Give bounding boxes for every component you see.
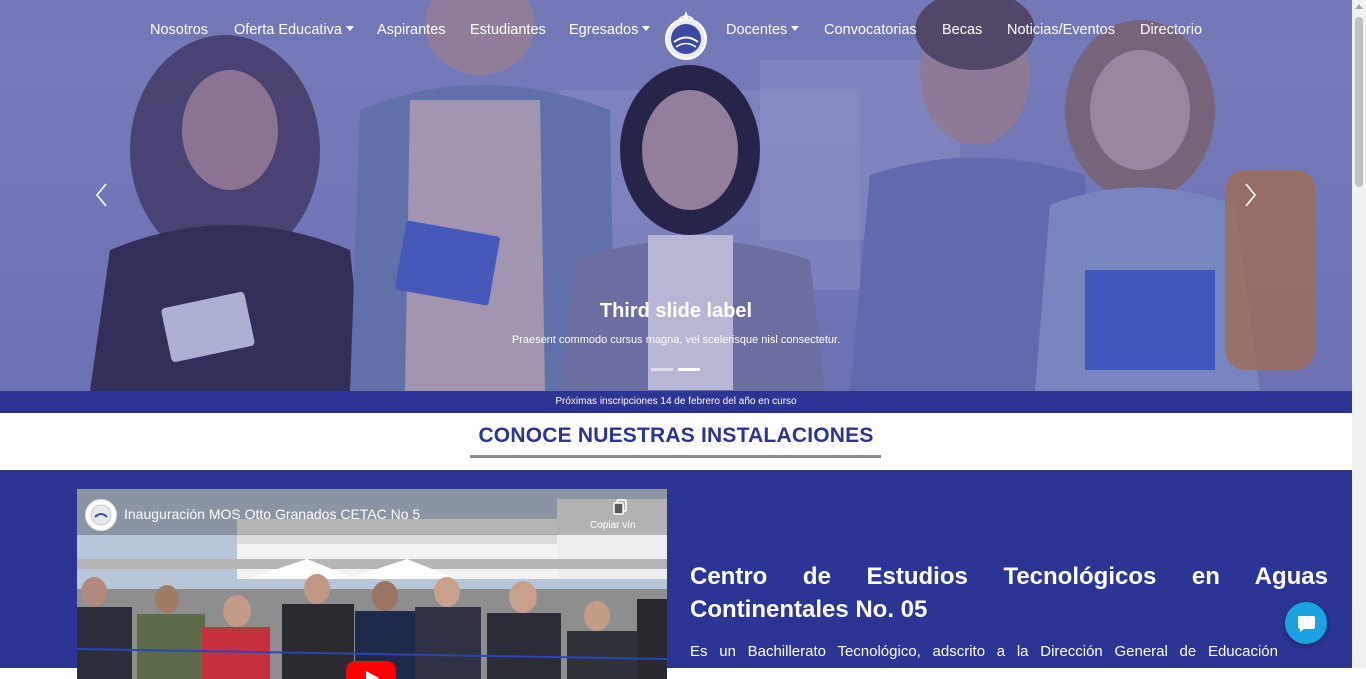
- nav-item-aspirantes[interactable]: Aspirantes: [377, 22, 446, 38]
- chat-bubble-icon: [1298, 616, 1315, 632]
- scroll-up-arrow-icon[interactable]: [1355, 4, 1363, 9]
- nav-item-becas[interactable]: Becas: [942, 22, 982, 38]
- nav-label: Docentes: [726, 22, 788, 38]
- nav-item-nosotros[interactable]: Nosotros: [150, 22, 208, 38]
- video-title[interactable]: Inauguración MOS Otto Granados CETAC No …: [124, 506, 420, 522]
- copy-icon[interactable]: [612, 499, 628, 515]
- nav-item-oferta-educativa[interactable]: Oferta Educativa: [234, 22, 354, 38]
- section-title-underline: [470, 455, 881, 458]
- carousel-indicator-1[interactable]: [651, 368, 673, 371]
- chat-button[interactable]: [1285, 602, 1327, 644]
- youtube-play-icon[interactable]: [346, 661, 396, 679]
- logo-icon: [665, 11, 707, 60]
- section-title: CONOCE NUESTRAS INSTALACIONES: [478, 424, 874, 447]
- nav-item-egresados[interactable]: Egresados: [569, 22, 651, 38]
- hero-carousel: Nosotros Oferta Educativa Aspirantes Est…: [0, 0, 1352, 391]
- carousel-indicator-2[interactable]: [678, 368, 700, 371]
- carousel-next-button[interactable]: [1238, 178, 1262, 212]
- school-name-heading: Centro de Estudios Tecnológicos en Aguas…: [690, 560, 1328, 626]
- nav-label: Estudiantes: [470, 22, 546, 38]
- school-name-line-2: Continentales No. 05: [690, 596, 928, 623]
- carousel-caption-title: Third slide label: [599, 300, 753, 322]
- chevron-right-icon: [1245, 183, 1257, 207]
- nav-label: Nosotros: [150, 22, 209, 38]
- page-scrollbar[interactable]: [1352, 0, 1366, 668]
- school-name-line-1: Centro de Estudios Tecnológicos en Aguas: [690, 563, 1328, 590]
- channel-avatar[interactable]: [85, 499, 117, 531]
- nav-item-directorio[interactable]: Directorio: [1140, 22, 1202, 38]
- caret-down-icon: [346, 26, 354, 31]
- nav-item-convocatorias[interactable]: Convocatorias: [824, 22, 917, 38]
- main-navbar: Nosotros Oferta Educativa Aspirantes Est…: [0, 0, 1352, 62]
- nav-item-estudiantes[interactable]: Estudiantes: [470, 22, 546, 38]
- nav-item-docentes[interactable]: Docentes: [726, 22, 800, 38]
- scroll-thumb[interactable]: [1355, 17, 1363, 187]
- nav-label: Directorio: [1140, 22, 1203, 38]
- chevron-left-icon: [95, 183, 107, 207]
- nav-label: Oferta Educativa: [234, 22, 342, 38]
- enrollment-banner: Próximas inscripciones 14 de febrero del…: [0, 391, 1352, 413]
- channel-logo-icon: [90, 504, 112, 526]
- nav-item-noticias-eventos[interactable]: Noticias/Eventos: [1007, 22, 1115, 38]
- caret-down-icon: [791, 26, 800, 31]
- institution-logo[interactable]: [664, 9, 708, 61]
- nav-label: Becas: [942, 22, 983, 38]
- carousel-caption-text: Praesent commodo cursus magna, vel scele…: [511, 334, 841, 346]
- caret-down-icon: [642, 26, 651, 31]
- nav-label: Egresados: [569, 22, 639, 38]
- banner-text: Próximas inscripciones 14 de febrero del…: [555, 396, 797, 407]
- nav-label: Aspirantes: [377, 22, 446, 38]
- nav-label: Noticias/Eventos: [1007, 22, 1115, 38]
- youtube-video-embed[interactable]: Inauguración MOS Otto Granados CETAC No …: [77, 489, 667, 679]
- nav-label: Convocatorias: [824, 22, 917, 38]
- copy-link-label[interactable]: Copiar vín: [590, 520, 636, 531]
- school-description: Es un Bachillerato Tecnológico, adscrito…: [690, 643, 1278, 660]
- carousel-prev-button[interactable]: [90, 178, 114, 212]
